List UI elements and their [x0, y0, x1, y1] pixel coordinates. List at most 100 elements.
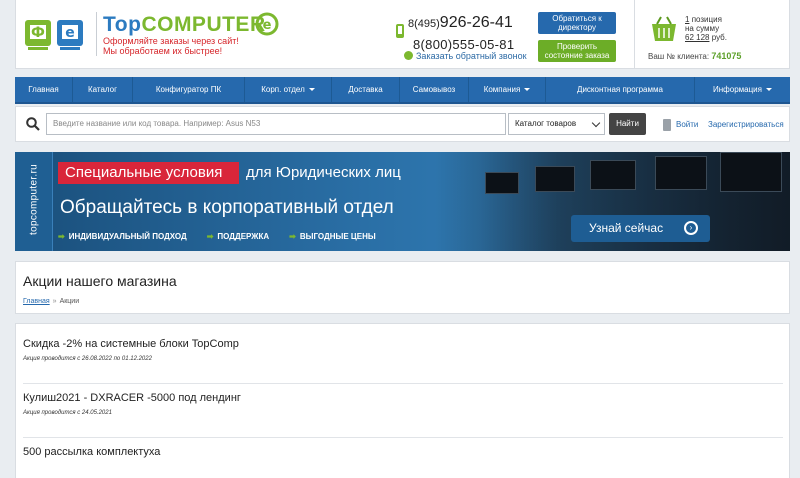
banner-cta-button[interactable]: Узнай сейчас › — [571, 215, 710, 242]
promo-item[interactable]: 500 рассылка комплектуха — [23, 446, 783, 458]
nav-item-info[interactable]: Информация — [695, 77, 790, 102]
promo-date: Акция проводится с 24.05.2021 — [23, 410, 112, 416]
phone-moscow-number: 926-26-41 — [439, 14, 513, 31]
logo-divider — [96, 12, 97, 56]
arrow-circle-icon: › — [684, 221, 698, 235]
banner-points: ➡ ИНДИВИДУАЛЬНЫЙ ПОДХОД ➡ ПОДДЕРЖКА ➡ ВЫГОД… — [58, 232, 376, 241]
nav-item-discount[interactable]: Дисконтная программа — [546, 77, 695, 102]
promo-title[interactable]: 500 рассылка комплектуха — [23, 446, 783, 458]
banner-point-label: ВЫГОДНЫЕ ЦЕНЫ — [299, 232, 376, 241]
arrow-right-icon: ➡ — [289, 232, 296, 241]
page-title-card: Акции нашего магазина Главная» Акции — [15, 261, 790, 314]
slogan-line-2: Мы обработаем их быстрее! — [103, 46, 223, 56]
client-number-value: 741075 — [711, 51, 742, 61]
logo-wordmark[interactable]: TopCOMPUTER — [103, 13, 266, 37]
banner-point-label: ИНДИВИДУАЛЬНЫЙ ПОДХОД — [68, 232, 187, 241]
banner-monitor — [590, 160, 636, 190]
promo-divider — [23, 383, 783, 384]
breadcrumb-separator: » — [52, 298, 57, 305]
banner-side-text: topcomputer.ru — [28, 164, 40, 235]
promo-date: Акция проводится с 26.08.2022 по 01.12.2… — [23, 356, 152, 362]
chevron-down-icon — [765, 88, 772, 91]
slogan-line-1: Оформляйте заказы через сайт! — [103, 36, 239, 46]
nav-item-delivery[interactable]: Доставка — [332, 77, 400, 102]
contact-director-button[interactable]: Обратиться к директору — [538, 12, 616, 34]
nav-item-company[interactable]: Компания — [469, 77, 546, 102]
callback-label: Заказать обратный звонок — [416, 51, 527, 61]
corporate-banner[interactable]: topcomputer.ru Специальные условия для Ю… — [15, 152, 790, 251]
search-input[interactable]: Введите название или код товара. Наприме… — [46, 113, 506, 135]
nav-item-pickup[interactable]: Самовывоз — [400, 77, 469, 102]
arrow-right-icon: ➡ — [206, 232, 214, 241]
chevron-down-icon — [308, 88, 315, 91]
arrow-right-icon: ➡ — [58, 232, 65, 241]
nav-label: Доставка — [348, 85, 383, 94]
nav-item-catalog[interactable]: Каталог — [73, 77, 133, 102]
banner-highlight: Специальные условия — [58, 162, 239, 184]
chevron-down-icon — [591, 118, 601, 128]
basket-icon[interactable] — [648, 14, 680, 44]
banner-point: ➡ ПОДДЕРЖКА — [207, 232, 269, 241]
cart-items-label: позиция — [691, 15, 722, 24]
nav-label: Самовывоз — [412, 85, 456, 94]
banner-point-label: ПОДДЕРЖКА — [217, 232, 270, 241]
logo-icon[interactable]: Ф e — [24, 16, 86, 52]
cart-sum: 62 128 — [685, 33, 710, 42]
cart-count: 1 — [685, 15, 690, 24]
logo-e-icon: e — [255, 12, 279, 36]
cart-currency: руб. — [711, 33, 727, 42]
chevron-down-icon — [524, 88, 531, 91]
phone-tollfree[interactable]: 8(800)555-05-81 — [413, 37, 514, 52]
search-scope-select[interactable]: Каталог товаров — [508, 113, 605, 135]
check-order-button[interactable]: Проверить состояние заказа — [538, 40, 616, 62]
svg-text:Ф: Ф — [31, 25, 45, 41]
nav-label: Каталог — [87, 85, 118, 94]
search-icon[interactable] — [26, 117, 40, 131]
breadcrumb-current: Акции — [59, 298, 80, 305]
breadcrumb: Главная» Акции — [23, 298, 79, 305]
banner-cta-label: Узнай сейчас — [589, 221, 664, 235]
page-title: Акции нашего магазина — [23, 273, 177, 289]
banner-monitor — [535, 166, 575, 192]
nav-label: Конфигуратор ПК — [155, 85, 222, 94]
phone-icon — [396, 24, 404, 38]
promo-item[interactable]: Кулиш2021 - DXRACER -5000 под лендинг Ак… — [23, 392, 783, 416]
register-link[interactable]: Зарегистрироваться — [708, 120, 784, 129]
breadcrumb-home[interactable]: Главная — [23, 298, 50, 305]
logo-computer: COMPUTER — [141, 13, 266, 36]
banner-point: ➡ ИНДИВИДУАЛЬНЫЙ ПОДХОД — [58, 232, 187, 241]
nav-label: Главная — [28, 85, 59, 94]
promo-list: Скидка -2% на системные блоки TopComp Ак… — [15, 323, 790, 478]
callback-icon — [404, 51, 413, 60]
client-number: Ваш № клиента: 741075 — [648, 51, 741, 61]
callback-link[interactable]: Заказать обратный звонок — [404, 51, 527, 61]
nav-label: Компания — [483, 85, 521, 94]
nav-item-home[interactable]: Главная — [15, 77, 73, 102]
client-label: Ваш № клиента: — [648, 52, 710, 61]
promo-title[interactable]: Скидка -2% на системные блоки TopComp — [23, 338, 783, 350]
banner-legal: для Юридических лиц — [246, 164, 401, 181]
nav-label: Информация — [713, 85, 762, 94]
nav-item-corporate[interactable]: Корп. отдел — [245, 77, 332, 102]
banner-point: ➡ ВЫГОДНЫЕ ЦЕНЫ — [289, 232, 376, 241]
svg-text:e: e — [263, 18, 272, 33]
promo-title[interactable]: Кулиш2021 - DXRACER -5000 под лендинг — [23, 392, 783, 404]
banner-monitor — [485, 172, 519, 194]
nav-label: Дисконтная программа — [577, 85, 663, 94]
cart-summary[interactable]: 1 позиция на сумму 62 128 руб. — [685, 15, 727, 42]
main-nav: Главная Каталог Конфигуратор ПК Корп. от… — [15, 77, 790, 104]
promo-item[interactable]: Скидка -2% на системные блоки TopComp Ак… — [23, 338, 783, 362]
cart-divider — [634, 0, 635, 69]
svg-text:e: e — [65, 25, 75, 41]
phone-moscow[interactable]: 8(495)926-26-41 — [408, 14, 513, 32]
phone-moscow-prefix: 8(495) — [408, 18, 440, 30]
find-button[interactable]: Найти — [609, 113, 646, 135]
cart-sum-label: на сумму — [685, 24, 720, 33]
banner-monitor — [720, 152, 782, 192]
logo-top: Top — [103, 13, 142, 36]
nav-item-pc-configurator[interactable]: Конфигуратор ПК — [133, 77, 245, 102]
login-link[interactable]: Войти — [676, 120, 698, 129]
banner-headline: Обращайтесь в корпоративный отдел — [60, 197, 394, 218]
slogan: Оформляйте заказы через сайт! Мы обработ… — [103, 36, 239, 56]
site-header: Ф e TopCOMPUTER e Оформляйте заказы чере… — [15, 0, 790, 69]
